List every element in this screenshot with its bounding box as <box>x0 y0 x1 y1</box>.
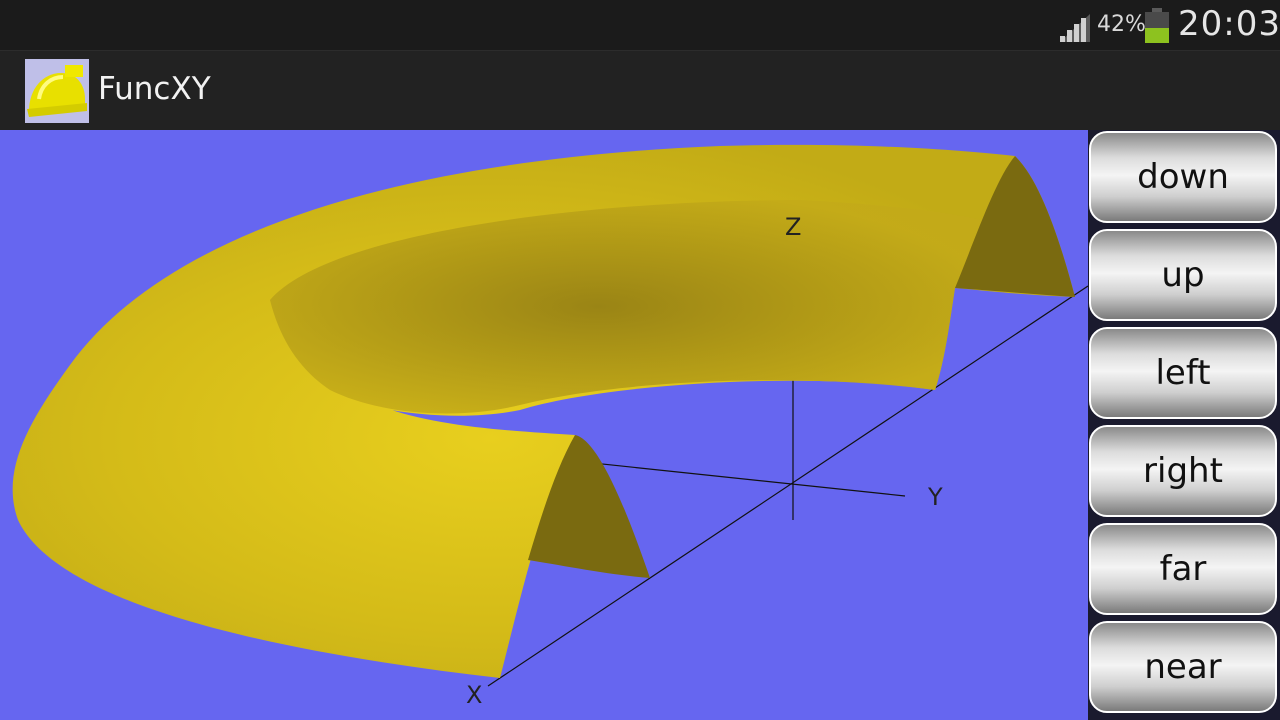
status-clock: 20:03 <box>1178 4 1280 44</box>
control-panel: down up left right far near <box>1088 130 1280 720</box>
app-title: FuncXY <box>98 71 211 107</box>
status-bar: 42% 20:03 <box>0 0 1280 50</box>
hard-hat-icon[interactable] <box>25 59 89 123</box>
3d-viewport[interactable]: Z Y X <box>0 130 1088 720</box>
battery-icon <box>1145 8 1169 43</box>
x-axis-label: X <box>466 681 483 709</box>
near-button[interactable]: near <box>1089 621 1277 713</box>
left-button[interactable]: left <box>1089 327 1277 419</box>
down-button[interactable]: down <box>1089 131 1277 223</box>
y-axis-label: Y <box>928 483 943 511</box>
z-axis-label: Z <box>785 213 802 241</box>
battery-percent: 42% <box>1097 12 1146 37</box>
right-button[interactable]: right <box>1089 425 1277 517</box>
far-button[interactable]: far <box>1089 523 1277 615</box>
signal-icon <box>1060 14 1090 42</box>
surface-plot <box>12 144 1088 687</box>
up-button[interactable]: up <box>1089 229 1277 321</box>
action-bar: FuncXY <box>0 50 1280 131</box>
